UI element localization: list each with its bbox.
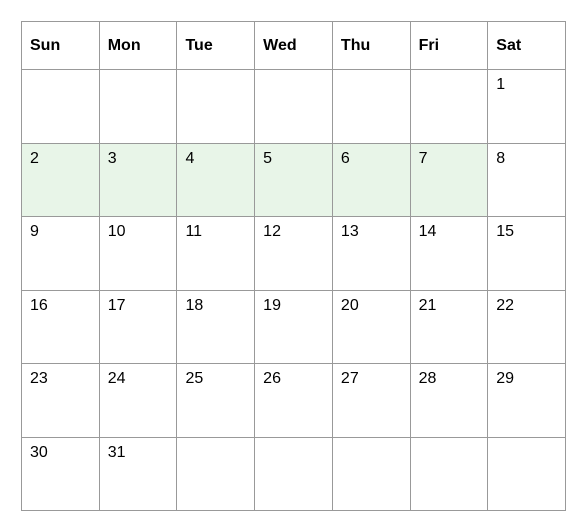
- calendar-cell: 7: [410, 143, 488, 217]
- calendar-cell: 19: [255, 290, 333, 364]
- calendar-week-0: 1: [22, 70, 566, 144]
- calendar-header-tue: Tue: [177, 22, 255, 70]
- calendar-cell: [488, 437, 566, 511]
- calendar-cell: 30: [22, 437, 100, 511]
- calendar-cell: 21: [410, 290, 488, 364]
- calendar-header-sun: Sun: [22, 22, 100, 70]
- calendar-week-3: 16171819202122: [22, 290, 566, 364]
- calendar-cell: 13: [332, 217, 410, 291]
- calendar-cell: [410, 70, 488, 144]
- calendar-cell: [255, 70, 333, 144]
- calendar-header-fri: Fri: [410, 22, 488, 70]
- calendar-cell: 2: [22, 143, 100, 217]
- calendar-week-4: 23242526272829: [22, 364, 566, 438]
- calendar-header-sat: Sat: [488, 22, 566, 70]
- calendar-header-wed: Wed: [255, 22, 333, 70]
- calendar-cell: [410, 437, 488, 511]
- calendar-cell: [177, 70, 255, 144]
- calendar-cell: 20: [332, 290, 410, 364]
- calendar-cell: 1: [488, 70, 566, 144]
- calendar-cell: 8: [488, 143, 566, 217]
- calendar-table: SunMonTueWedThuFriSat 123456789101112131…: [21, 21, 566, 511]
- calendar-cell: 31: [99, 437, 177, 511]
- calendar-header-mon: Mon: [99, 22, 177, 70]
- calendar-week-5: 3031: [22, 437, 566, 511]
- calendar-cell: [332, 437, 410, 511]
- calendar-cell: 9: [22, 217, 100, 291]
- calendar-cell: [99, 70, 177, 144]
- calendar-cell: 18: [177, 290, 255, 364]
- calendar-week-2: 9101112131415: [22, 217, 566, 291]
- calendar-cell: 10: [99, 217, 177, 291]
- calendar-cell: 3: [99, 143, 177, 217]
- calendar-cell: 14: [410, 217, 488, 291]
- calendar-cell: 23: [22, 364, 100, 438]
- calendar-cell: [332, 70, 410, 144]
- calendar-cell: 4: [177, 143, 255, 217]
- calendar-cell: [177, 437, 255, 511]
- calendar-cell: 11: [177, 217, 255, 291]
- calendar-cell: 25: [177, 364, 255, 438]
- calendar-cell: 28: [410, 364, 488, 438]
- calendar-cell: [255, 437, 333, 511]
- calendar-cell: 29: [488, 364, 566, 438]
- calendar-cell: 5: [255, 143, 333, 217]
- calendar-header-thu: Thu: [332, 22, 410, 70]
- calendar-cell: [22, 70, 100, 144]
- calendar-cell: 17: [99, 290, 177, 364]
- calendar-cell: 27: [332, 364, 410, 438]
- calendar-cell: 16: [22, 290, 100, 364]
- calendar-cell: 12: [255, 217, 333, 291]
- calendar-week-1: 2345678: [22, 143, 566, 217]
- calendar-cell: 6: [332, 143, 410, 217]
- calendar-cell: 15: [488, 217, 566, 291]
- calendar-cell: 22: [488, 290, 566, 364]
- calendar-cell: 24: [99, 364, 177, 438]
- calendar-cell: 26: [255, 364, 333, 438]
